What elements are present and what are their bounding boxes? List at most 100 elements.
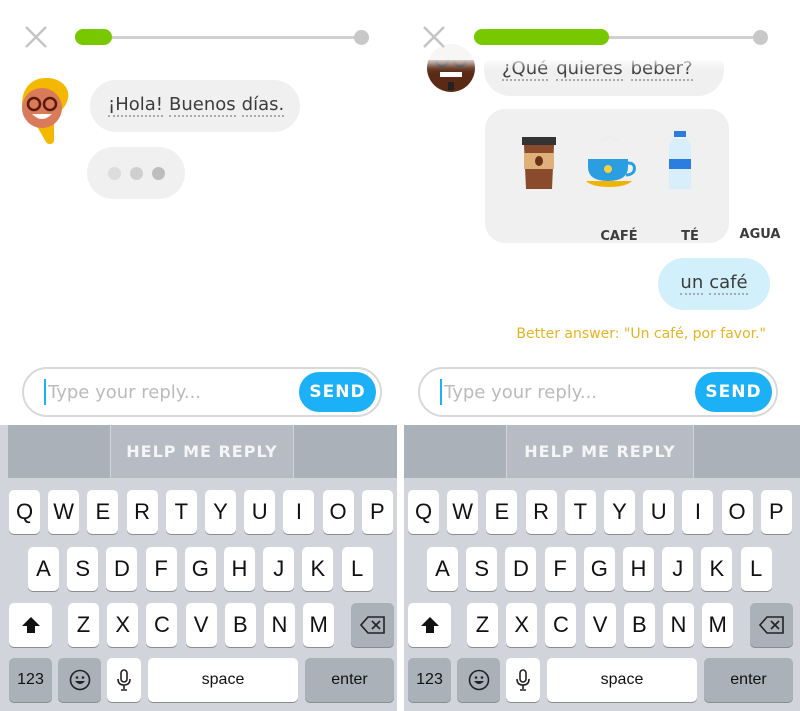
key-u[interactable]: U [643,490,675,534]
help-me-reply-button[interactable]: HELP ME REPLY [507,425,693,478]
key-x[interactable]: X [506,603,538,647]
key-i[interactable]: I [283,490,315,534]
key-d[interactable]: D [505,547,537,591]
choices-card: CAFÉ TÉ AGUA [485,109,780,244]
key-b[interactable]: B [224,603,256,647]
key-d[interactable]: D [106,547,138,591]
backspace-key[interactable] [750,603,793,647]
key-j[interactable]: J [662,547,694,591]
microphone-icon [516,669,530,691]
key-p[interactable]: P [760,490,792,534]
key-r[interactable]: R [126,490,158,534]
key-a[interactable]: A [28,547,59,591]
key-l[interactable]: L [740,547,772,591]
hint-word[interactable]: días. [241,95,285,117]
key-z[interactable]: Z [68,603,99,647]
key-s[interactable]: S [466,547,498,591]
key-y[interactable]: Y [205,490,236,534]
key-e[interactable]: E [87,490,119,534]
microphone-key[interactable] [506,658,540,702]
backspace-icon [359,616,385,634]
key-w[interactable]: W [48,490,80,534]
enter-key[interactable]: enter [305,658,394,702]
key-c[interactable]: C [545,603,577,647]
key-b[interactable]: B [623,603,655,647]
key-n[interactable]: N [264,603,295,647]
key-t[interactable]: T [165,490,197,534]
hint-word[interactable]: ¡Hola! [108,95,164,117]
hint-word[interactable]: ¿Qué [502,59,549,81]
key-v[interactable]: V [584,603,616,647]
key-x[interactable]: X [107,603,139,647]
reply-input-box: SEND [418,367,778,417]
key-t[interactable]: T [564,490,596,534]
hint-word[interactable]: Buenos [169,95,236,117]
key-y[interactable]: Y [604,490,635,534]
shift-arrow-icon [21,617,40,633]
key-h[interactable]: H [623,547,654,591]
key-q[interactable]: Q [408,490,439,534]
enter-key[interactable]: enter [704,658,793,702]
key-g[interactable]: G [184,547,216,591]
key-u[interactable]: U [244,490,276,534]
hint-word[interactable]: quieres [556,59,623,81]
key-m[interactable]: M [303,603,335,647]
backspace-icon [758,616,784,634]
bot-message-bubble: ¡Hola! Buenos días. [90,80,300,132]
send-button[interactable]: SEND [695,372,772,412]
keyboard: HELP ME REPLY QWERTYUIOP ASDFGHJKL ZXCVBNM… [0,425,397,711]
space-key[interactable]: space [148,658,298,702]
reply-input[interactable] [440,379,690,405]
key-k[interactable]: K [302,547,334,591]
help-me-reply-button[interactable]: HELP ME REPLY [111,425,293,478]
numbers-key[interactable]: 123 [9,658,52,702]
close-icon[interactable] [24,25,48,49]
choice-te[interactable]: TÉ [570,133,699,244]
shift-key[interactable] [408,603,451,647]
key-c[interactable]: C [146,603,178,647]
key-h[interactable]: H [224,547,255,591]
choice-agua[interactable]: AGUA [640,131,780,242]
key-p[interactable]: P [361,490,393,534]
key-z[interactable]: Z [467,603,498,647]
space-key[interactable]: space [547,658,697,702]
key-e[interactable]: E [486,490,518,534]
send-button[interactable]: SEND [299,372,376,412]
key-a[interactable]: A [427,547,458,591]
key-o[interactable]: O [322,490,354,534]
key-f[interactable]: F [145,547,177,591]
key-i[interactable]: I [682,490,714,534]
key-w[interactable]: W [447,490,479,534]
reply-input[interactable] [44,379,294,405]
key-m[interactable]: M [702,603,734,647]
close-icon[interactable] [422,25,446,49]
microphone-icon [117,669,131,691]
key-l[interactable]: L [341,547,373,591]
key-s[interactable]: S [67,547,99,591]
female-avatar-icon [22,78,69,145]
shift-arrow-icon [420,617,439,633]
key-q[interactable]: Q [9,490,40,534]
microphone-key[interactable] [107,658,141,702]
progress-bar [474,29,768,45]
coffee-cup-icon [522,137,556,189]
key-j[interactable]: J [263,547,295,591]
key-o[interactable]: O [721,490,753,534]
key-v[interactable]: V [185,603,217,647]
key-k[interactable]: K [701,547,733,591]
key-g[interactable]: G [583,547,615,591]
emoji-key[interactable] [58,658,101,702]
numbers-key[interactable]: 123 [408,658,451,702]
key-n[interactable]: N [663,603,694,647]
shift-key[interactable] [9,603,52,647]
chat-screen-1: ¡Hola! Buenos días. SEND HELP ME REPLY Q… [0,0,397,711]
choice-cafe[interactable]: CAFÉ [499,133,638,244]
keyboard: HELP ME REPLY QWERTYUIOP ASDFGHJKL ZXCVBNM… [404,425,800,711]
emoji-key[interactable] [457,658,500,702]
hint-word[interactable]: beber? [630,59,693,81]
reply-input-box: SEND [22,367,382,417]
key-r[interactable]: R [525,490,557,534]
chat-screen-2: ¿Qué quieres beber? CAFÉ TÉ AGUA un café… [404,0,800,711]
backspace-key[interactable] [351,603,394,647]
key-f[interactable]: F [544,547,576,591]
